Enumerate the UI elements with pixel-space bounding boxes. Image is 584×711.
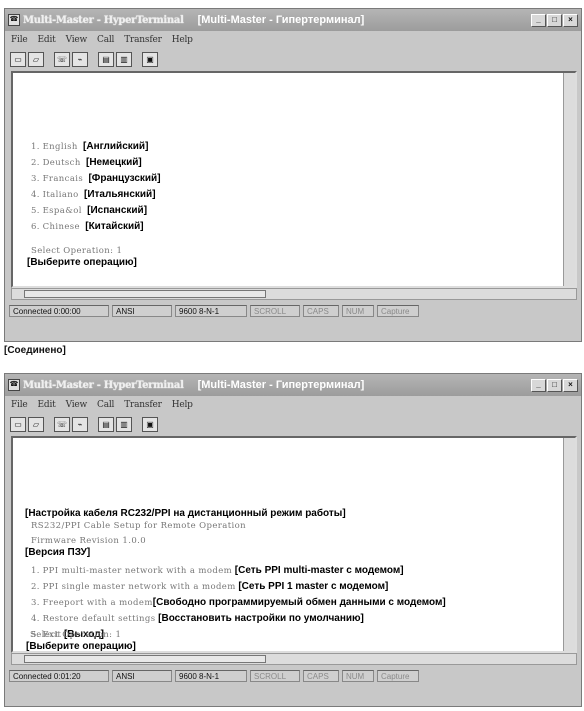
properties-icon[interactable]: ▣ (142, 51, 158, 67)
menu-line: 2. Deutsch [Немецкий] (31, 157, 142, 168)
menu-line: 6. Chinese [Китайский] (31, 221, 144, 232)
menu-line: 4. Restore default settings [Восстановит… (31, 613, 364, 624)
properties-icon[interactable]: ▣ (142, 416, 158, 432)
disconnect-icon[interactable]: ⌁ (72, 416, 88, 432)
open-icon[interactable]: ▱ (28, 416, 44, 432)
menu-edit[interactable]: Edit (38, 35, 56, 45)
menu-file[interactable]: File (11, 400, 28, 410)
firmware-translation: [Версия ПЗУ] (25, 547, 91, 558)
horizontal-scrollbar[interactable] (11, 653, 577, 665)
hyperterminal-window-2: ☎ Multi-Master - HyperTerminal [Multi-Ma… (4, 373, 582, 707)
status-capture: Capture (377, 304, 419, 317)
status-connected: Connected 0:01:20 (9, 669, 109, 682)
scroll-thumb[interactable] (24, 655, 266, 663)
app-icon: ☎ (8, 14, 20, 26)
maximize-icon[interactable]: □ (547, 378, 562, 392)
status-bar: Connected 0:00:00 ANSI 9600 8-N-1 SCROLL… (5, 302, 581, 319)
close-icon[interactable]: × (563, 378, 578, 392)
send-icon[interactable]: ▤ (98, 416, 114, 432)
open-icon[interactable]: ▱ (28, 51, 44, 67)
app-icon: ☎ (8, 379, 20, 391)
send-icon[interactable]: ▤ (98, 51, 114, 67)
select-prompt-translation: [Выберите операцию] (26, 641, 136, 652)
new-icon[interactable]: ▭ (10, 416, 26, 432)
status-capture: Capture (377, 669, 419, 682)
menu-line: 1. English [Английский] (31, 141, 149, 152)
menu-bar: File Edit View Call Transfer Help (5, 31, 581, 49)
status-scroll: SCROLL (250, 304, 300, 317)
menu-line: 1. PPI multi-master network with a modem… (31, 565, 404, 576)
menu-file[interactable]: File (11, 35, 28, 45)
window-title: Multi-Master - HyperTerminal (23, 14, 184, 26)
menu-help[interactable]: Help (172, 35, 193, 45)
select-prompt: Select Operation: 1 (30, 630, 122, 640)
connected-translation: [Соединено] (4, 345, 66, 356)
status-caps: CAPS (303, 304, 339, 317)
connect-icon[interactable]: ☏ (54, 416, 70, 432)
menu-line: 3. Francais [Французский] (31, 173, 161, 184)
terminal-area[interactable]: 1. English [Английский] 2. Deutsch [Неме… (11, 71, 577, 288)
menu-bar: File Edit View Call Transfer Help (5, 396, 581, 414)
menu-view[interactable]: View (66, 35, 88, 45)
menu-line: 3. Freeport with a modem[Свободно програ… (31, 597, 446, 608)
title-bar: ☎ Multi-Master - HyperTerminal [Multi-Ma… (5, 9, 581, 31)
connect-icon[interactable]: ☏ (54, 51, 70, 67)
select-prompt: Select Operation: 1 (31, 246, 123, 256)
disconnect-icon[interactable]: ⌁ (72, 51, 88, 67)
scroll-thumb[interactable] (24, 290, 266, 298)
status-emulation: ANSI (112, 304, 172, 317)
firmware-line: Firmware Revision 1.0.0 (31, 536, 147, 546)
window-title: Multi-Master - HyperTerminal (23, 379, 184, 391)
hyperterminal-window-1: ☎ Multi-Master - HyperTerminal [Multi-Ma… (4, 8, 582, 342)
status-caps: CAPS (303, 669, 339, 682)
terminal-area[interactable]: [Настройка кабеля RC232/PPI на дистанцио… (11, 436, 577, 653)
menu-transfer[interactable]: Transfer (124, 35, 162, 45)
horizontal-scrollbar[interactable] (11, 288, 577, 300)
status-bar: Connected 0:01:20 ANSI 9600 8-N-1 SCROLL… (5, 667, 581, 684)
minimize-icon[interactable]: _ (531, 13, 546, 27)
toolbar: ▭ ▱ ☏ ⌁ ▤ ▥ ▣ (5, 414, 581, 434)
window-title-translation: [Multi-Master - Гипертерминал] (197, 379, 365, 391)
select-prompt-translation: [Выберите операцию] (27, 257, 137, 268)
status-settings: 9600 8-N-1 (175, 669, 247, 682)
menu-call[interactable]: Call (97, 400, 114, 410)
status-num: NUM (342, 669, 374, 682)
menu-edit[interactable]: Edit (38, 400, 56, 410)
vertical-scrollbar[interactable] (563, 73, 575, 286)
new-icon[interactable]: ▭ (10, 51, 26, 67)
title-bar: ☎ Multi-Master - HyperTerminal [Multi-Ma… (5, 374, 581, 396)
header-line: RS232/PPI Cable Setup for Remote Operati… (31, 521, 247, 531)
status-num: NUM (342, 304, 374, 317)
header-translation: [Настройка кабеля RC232/PPI на дистанцио… (25, 508, 346, 519)
status-scroll: SCROLL (250, 669, 300, 682)
window-title-translation: [Multi-Master - Гипертерминал] (197, 14, 365, 26)
menu-line: 4. Italiano [Итальянский] (31, 189, 156, 200)
status-settings: 9600 8-N-1 (175, 304, 247, 317)
menu-view[interactable]: View (66, 400, 88, 410)
toolbar: ▭ ▱ ☏ ⌁ ▤ ▥ ▣ (5, 49, 581, 69)
maximize-icon[interactable]: □ (547, 13, 562, 27)
menu-line: 2. PPI single master network with a mode… (31, 581, 389, 592)
receive-icon[interactable]: ▥ (116, 51, 132, 67)
minimize-icon[interactable]: _ (531, 378, 546, 392)
menu-line: 5. Espa&ol [Испанский] (31, 205, 148, 216)
menu-transfer[interactable]: Transfer (124, 400, 162, 410)
status-emulation: ANSI (112, 669, 172, 682)
vertical-scrollbar[interactable] (563, 438, 575, 651)
close-icon[interactable]: × (563, 13, 578, 27)
menu-help[interactable]: Help (172, 400, 193, 410)
menu-call[interactable]: Call (97, 35, 114, 45)
receive-icon[interactable]: ▥ (116, 416, 132, 432)
status-connected: Connected 0:00:00 (9, 304, 109, 317)
